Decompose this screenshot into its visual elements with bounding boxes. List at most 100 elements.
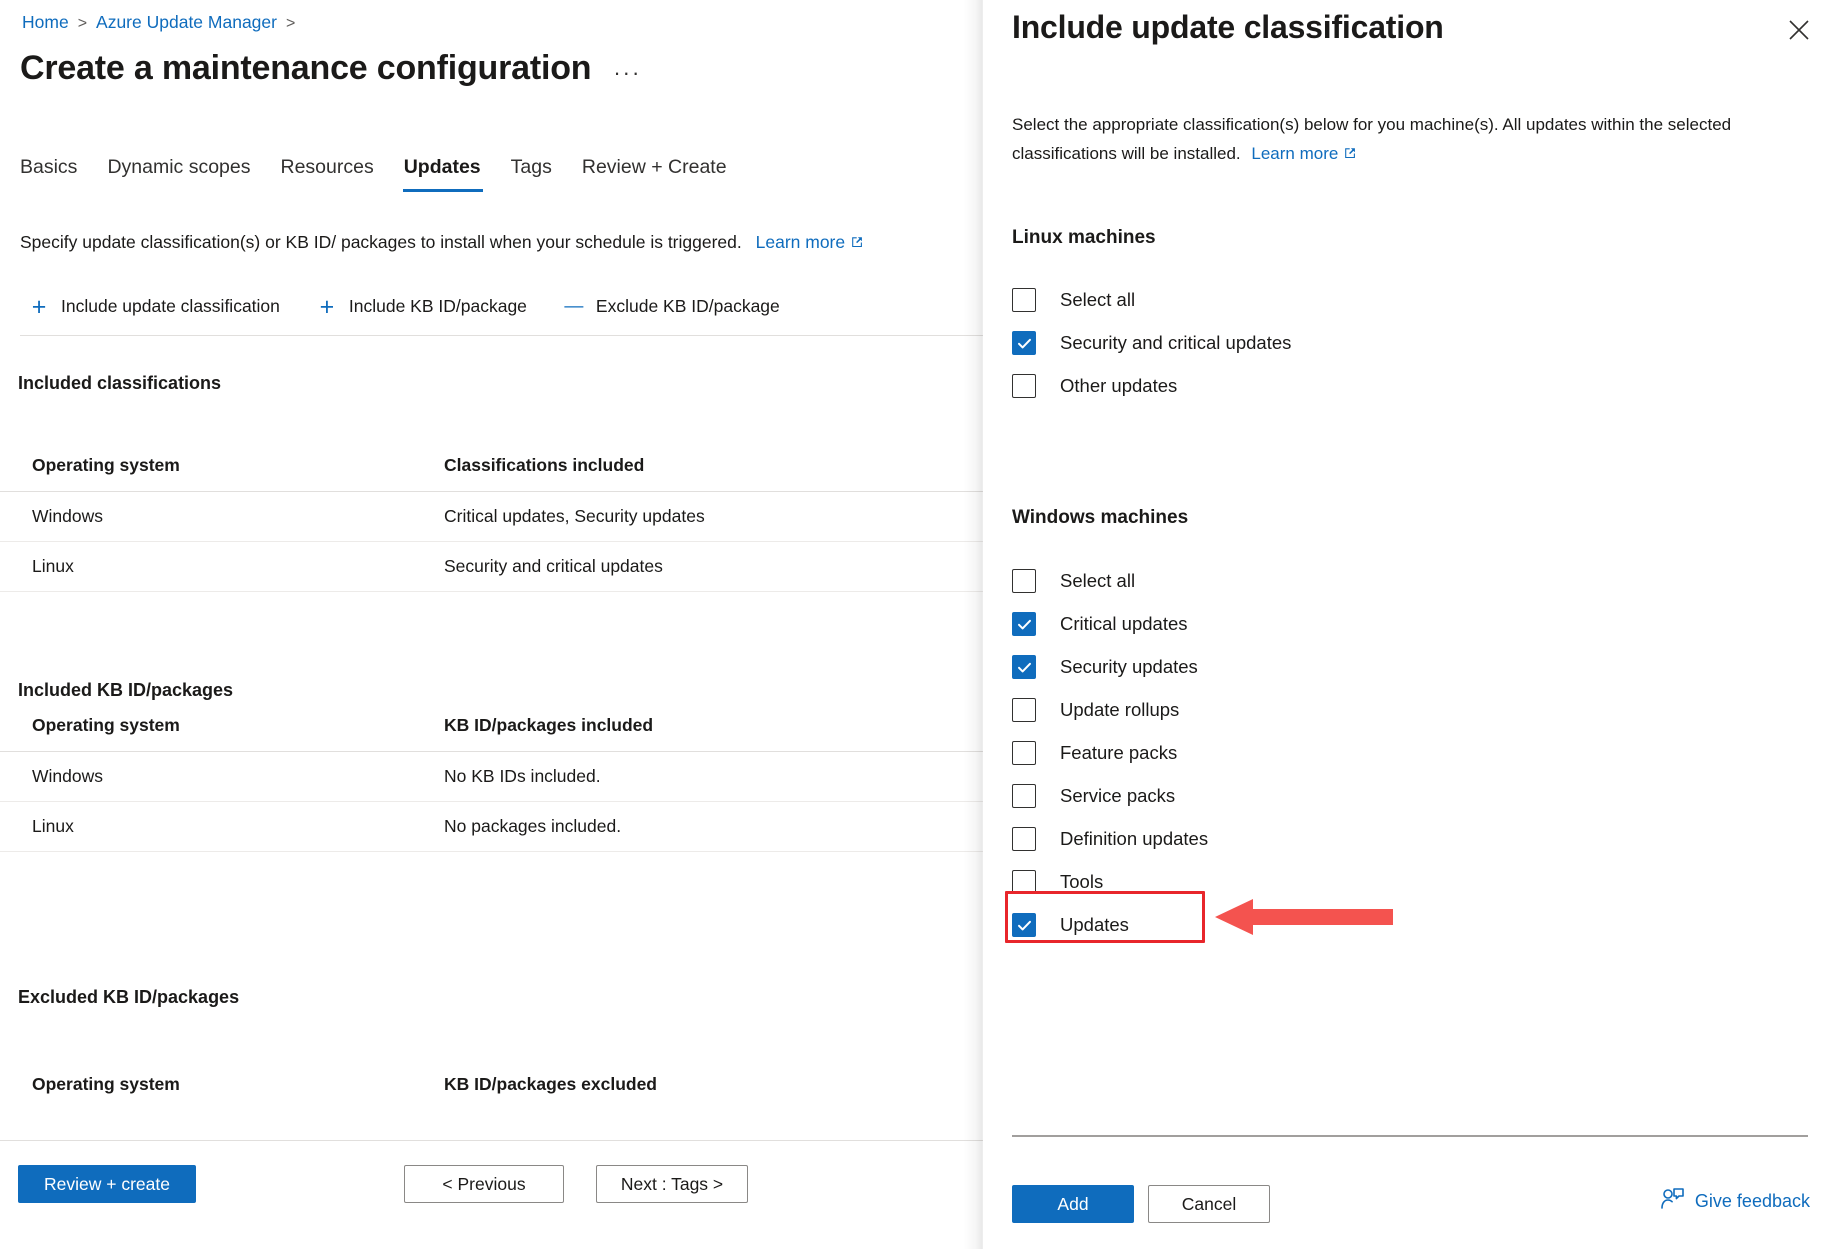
included-classifications-heading: Included classifications [18,373,221,394]
excluded-kb-packages-heading: Excluded KB ID/packages [18,987,239,1008]
review-create-button[interactable]: Review + create [18,1165,196,1203]
checkbox-icon [1012,655,1036,679]
table-row[interactable]: Linux No packages included. [0,802,983,852]
annotation-arrow-icon [1201,893,1401,943]
excluded-kb-packages-table: Operating system KB ID/packages excluded [0,1058,983,1110]
tab-resources[interactable]: Resources [266,155,389,192]
breadcrumb-item-home[interactable]: Home [22,12,69,32]
checkbox-icon [1012,374,1036,398]
include-update-classification-command[interactable]: + Include update classification [20,292,294,321]
column-header-kb-packages-included: KB ID/packages included [444,715,983,736]
wizard-footer: Review + create < Previous Next : Tags > [0,1141,983,1249]
breadcrumb-separator: > [78,15,87,32]
checkbox-linux-other-updates[interactable]: Other updates [1012,368,1177,404]
next-tags-button[interactable]: Next : Tags > [596,1165,748,1203]
page-title-row: Create a maintenance configuration ··· [20,46,647,90]
checkbox-label: Tools [1060,871,1103,893]
external-link-icon [1343,140,1356,169]
checkbox-windows-updates[interactable]: Updates [1012,907,1129,943]
checkbox-linux-select-all[interactable]: Select all [1012,282,1135,318]
table-row[interactable]: Linux Security and critical updates [0,542,983,592]
cell-kb-packages-included: No KB IDs included. [444,766,983,787]
checkbox-linux-security-and-critical-updates[interactable]: Security and critical updates [1012,325,1291,361]
checkbox-windows-select-all[interactable]: Select all [1012,563,1135,599]
column-header-classifications-included: Classifications included [444,455,983,476]
give-feedback-label: Give feedback [1695,1191,1810,1212]
checkbox-windows-service-packs[interactable]: Service packs [1012,778,1175,814]
table-row[interactable]: Windows Critical updates, Security updat… [0,492,983,542]
checkbox-label: Service packs [1060,785,1175,807]
checkbox-label: Feature packs [1060,742,1177,764]
tab-dynamic-scopes[interactable]: Dynamic scopes [92,155,265,192]
breadcrumb-separator-2: > [286,15,295,32]
external-link-icon [850,231,863,255]
checkbox-windows-update-rollups[interactable]: Update rollups [1012,692,1179,728]
exclude-kb-id-package-label: Exclude KB ID/package [596,296,780,317]
add-button[interactable]: Add [1012,1185,1134,1223]
screen-root: Home > Azure Update Manager > Create a main… [0,0,1838,1249]
checkbox-windows-feature-packs[interactable]: Feature packs [1012,735,1177,771]
checkbox-icon [1012,612,1036,636]
cell-classifications-included: Security and critical updates [444,556,983,577]
cell-classifications-included: Critical updates, Security updates [444,506,983,527]
checkbox-label: Update rollups [1060,699,1179,721]
more-actions-button[interactable]: ··· [607,61,647,85]
tab-review-create[interactable]: Review + Create [567,155,742,192]
checkbox-windows-tools[interactable]: Tools [1012,864,1103,900]
checkbox-windows-definition-updates[interactable]: Definition updates [1012,821,1208,857]
checkbox-label: Select all [1060,570,1135,592]
include-kb-id-package-command[interactable]: + Include KB ID/package [308,292,541,321]
tab-updates[interactable]: Updates [389,155,496,192]
table-header-row: Operating system Classifications include… [0,440,983,492]
checkbox-label: Definition updates [1060,828,1208,850]
checkbox-icon [1012,913,1036,937]
cell-operating-system: Windows [32,766,444,787]
checkbox-icon [1012,870,1036,894]
panel-description-line1: Select the appropriate classification(s)… [1012,115,1663,134]
table-header-row: Operating system KB ID/packages excluded [0,1058,983,1110]
tab-basics[interactable]: Basics [20,155,92,192]
close-icon[interactable] [1782,13,1816,47]
table-header-row: Operating system KB ID/packages included [0,700,983,752]
included-classifications-table: Operating system Classifications include… [0,440,983,592]
panel-footer-divider [1012,1135,1808,1137]
plus-icon: + [316,298,338,316]
table-row[interactable]: Windows No KB IDs included. [0,752,983,802]
plus-icon: + [28,298,50,316]
wizard-tabs: Basics Dynamic scopes Resources Updates … [20,155,742,192]
column-header-operating-system: Operating system [32,715,444,736]
command-bar-divider [20,335,983,336]
windows-machines-group-title: Windows machines [1012,507,1188,529]
updates-description-text: Specify update classification(s) or KB I… [20,232,742,252]
column-header-kb-packages-excluded: KB ID/packages excluded [444,1074,983,1095]
include-update-classification-panel: Include update classification Select the… [985,0,1838,1249]
panel-learn-more-link[interactable]: Learn more [1251,144,1356,163]
included-kb-packages-table: Operating system KB ID/packages included… [0,700,983,852]
tab-tags[interactable]: Tags [496,155,567,192]
checkbox-label: Updates [1060,914,1129,936]
column-header-operating-system: Operating system [32,1074,444,1095]
checkbox-label: Other updates [1060,375,1177,397]
checkbox-label: Critical updates [1060,613,1188,635]
cell-operating-system: Windows [32,506,444,527]
checkbox-icon [1012,288,1036,312]
give-feedback-button[interactable]: Give feedback [1661,1188,1810,1215]
include-kb-id-package-label: Include KB ID/package [349,296,527,317]
checkbox-windows-security-updates[interactable]: Security updates [1012,649,1198,685]
checkbox-icon [1012,741,1036,765]
checkbox-icon [1012,331,1036,355]
cancel-button[interactable]: Cancel [1148,1185,1270,1223]
learn-more-link[interactable]: Learn more [756,232,864,252]
exclude-kb-id-package-command[interactable]: — Exclude KB ID/package [555,292,794,321]
checkbox-icon [1012,827,1036,851]
checkbox-windows-critical-updates[interactable]: Critical updates [1012,606,1188,642]
breadcrumb-item-azure-update-manager[interactable]: Azure Update Manager [96,12,277,32]
checkbox-label: Security and critical updates [1060,332,1291,354]
panel-description: Select the appropriate classification(s)… [1012,110,1788,169]
feedback-person-icon [1661,1188,1685,1215]
cell-kb-packages-included: No packages included. [444,816,983,837]
checkbox-label: Security updates [1060,656,1198,678]
previous-button[interactable]: < Previous [404,1165,564,1203]
updates-description: Specify update classification(s) or KB I… [20,230,863,255]
create-maintenance-configuration-pane: Home > Azure Update Manager > Create a main… [0,0,983,1249]
